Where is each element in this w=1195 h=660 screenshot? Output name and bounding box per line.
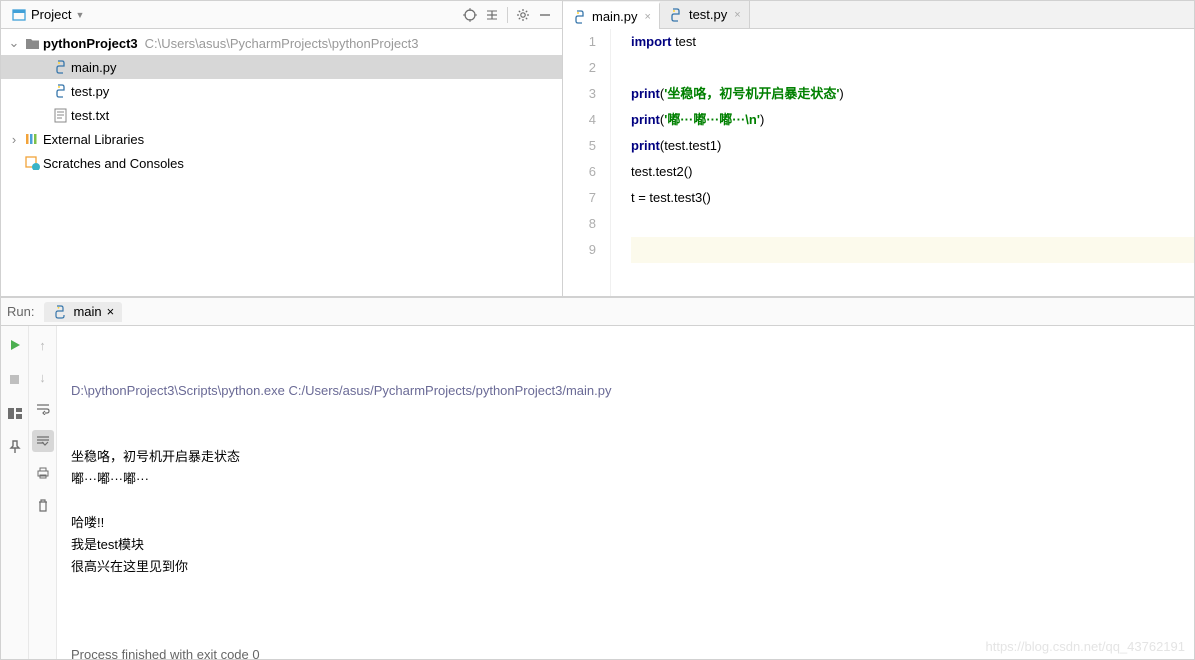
run-header: Run: main ×: [1, 298, 1194, 326]
python-file-icon: [52, 59, 68, 75]
expand-all-icon[interactable]: [481, 4, 503, 26]
code-line[interactable]: t = test.test3(): [631, 185, 1194, 211]
run-toolbar-secondary: ↑ ↓: [29, 326, 57, 659]
code-line[interactable]: [631, 211, 1194, 237]
pin-button[interactable]: [4, 436, 26, 458]
project-tool-window: Project ▼ ⌄ pythonProject3 C:\Users\asus…: [1, 1, 563, 296]
delete-button[interactable]: [32, 494, 54, 516]
console-line: [71, 490, 1180, 512]
chevron-down-icon[interactable]: ⌄: [7, 35, 21, 51]
locate-icon[interactable]: [459, 4, 481, 26]
close-icon[interactable]: ×: [645, 11, 651, 23]
code-editor[interactable]: 123456789 import test print('坐稳咯，初号机开启暴走…: [563, 29, 1194, 296]
line-gutter: 123456789: [563, 29, 611, 296]
python-file-icon: [668, 7, 684, 23]
console-line: 很高兴在这里见到你: [71, 556, 1180, 578]
project-view-selector[interactable]: Project ▼: [7, 5, 88, 25]
console-line: 哈喽!!: [71, 512, 1180, 534]
up-button[interactable]: ↑: [32, 334, 54, 356]
run-config-name: main: [73, 304, 101, 319]
console-line: [71, 578, 1180, 600]
code-line[interactable]: [631, 237, 1194, 263]
dropdown-icon: ▼: [75, 10, 84, 20]
down-button[interactable]: ↓: [32, 366, 54, 388]
editor-tabs: main.py × test.py ×: [563, 1, 1194, 29]
project-panel-header: Project ▼: [1, 1, 562, 29]
code-line[interactable]: print('坐稳咯，初号机开启暴走状态'): [631, 81, 1194, 107]
code-line[interactable]: test.test2(): [631, 159, 1194, 185]
code-line[interactable]: print(test.test1): [631, 133, 1194, 159]
file-node[interactable]: test.txt: [1, 103, 562, 127]
text-file-icon: [52, 107, 68, 123]
run-label: Run:: [7, 304, 34, 319]
close-icon[interactable]: ×: [107, 304, 115, 319]
editor-tab[interactable]: main.py ×: [563, 2, 660, 29]
project-icon: [11, 7, 27, 23]
layout-button[interactable]: [4, 402, 26, 424]
editor-tab[interactable]: test.py ×: [660, 1, 750, 28]
run-tool-window: Run: main × ↑ ↓ D:\p: [1, 297, 1194, 659]
project-tree[interactable]: ⌄ pythonProject3 C:\Users\asus\PycharmPr…: [1, 29, 562, 296]
console-command: D:\pythonProject3\Scripts\python.exe C:/…: [71, 380, 1180, 402]
gear-icon[interactable]: [512, 4, 534, 26]
tab-label: test.py: [689, 7, 727, 22]
file-node[interactable]: test.py: [1, 79, 562, 103]
python-file-icon: [52, 83, 68, 99]
print-button[interactable]: [32, 462, 54, 484]
code-line[interactable]: import test: [631, 29, 1194, 55]
run-toolbar-primary: [1, 326, 29, 659]
folder-icon: [24, 35, 40, 51]
project-root-node[interactable]: ⌄ pythonProject3 C:\Users\asus\PycharmPr…: [1, 31, 562, 55]
scratches-icon: [24, 155, 40, 171]
code-line[interactable]: print('嘟···嘟···嘟···\n'): [631, 107, 1194, 133]
stop-button[interactable]: [4, 368, 26, 390]
rerun-button[interactable]: [4, 334, 26, 356]
code-line[interactable]: [631, 55, 1194, 81]
console-line: 我是test模块: [71, 534, 1180, 556]
close-icon[interactable]: ×: [734, 9, 740, 21]
console-exit-line: Process finished with exit code 0: [71, 644, 1180, 659]
file-label: test.py: [71, 84, 109, 99]
tab-label: main.py: [592, 9, 638, 24]
file-label: test.txt: [71, 108, 109, 123]
scratches-node[interactable]: › Scratches and Consoles: [1, 151, 562, 175]
editor-panel: main.py × test.py × 123456789 import test p…: [563, 1, 1194, 296]
external-libraries-node[interactable]: › External Libraries: [1, 127, 562, 151]
run-config-tab[interactable]: main ×: [44, 302, 122, 322]
console-line: 嘟···嘟···嘟···: [71, 468, 1180, 490]
console-output[interactable]: D:\pythonProject3\Scripts\python.exe C:/…: [57, 326, 1194, 659]
python-file-icon: [571, 9, 587, 25]
console-line: 坐稳咯，初号机开启暴走状态: [71, 446, 1180, 468]
python-icon: [52, 304, 68, 320]
soft-wrap-button[interactable]: [32, 398, 54, 420]
scroll-to-end-button[interactable]: [32, 430, 54, 452]
project-view-label: Project: [31, 7, 71, 22]
separator: [507, 7, 508, 23]
chevron-right-icon[interactable]: ›: [7, 132, 21, 147]
hide-icon[interactable]: [534, 4, 556, 26]
libraries-icon: [24, 131, 40, 147]
file-label: main.py: [71, 60, 117, 75]
file-node[interactable]: main.py: [1, 55, 562, 79]
